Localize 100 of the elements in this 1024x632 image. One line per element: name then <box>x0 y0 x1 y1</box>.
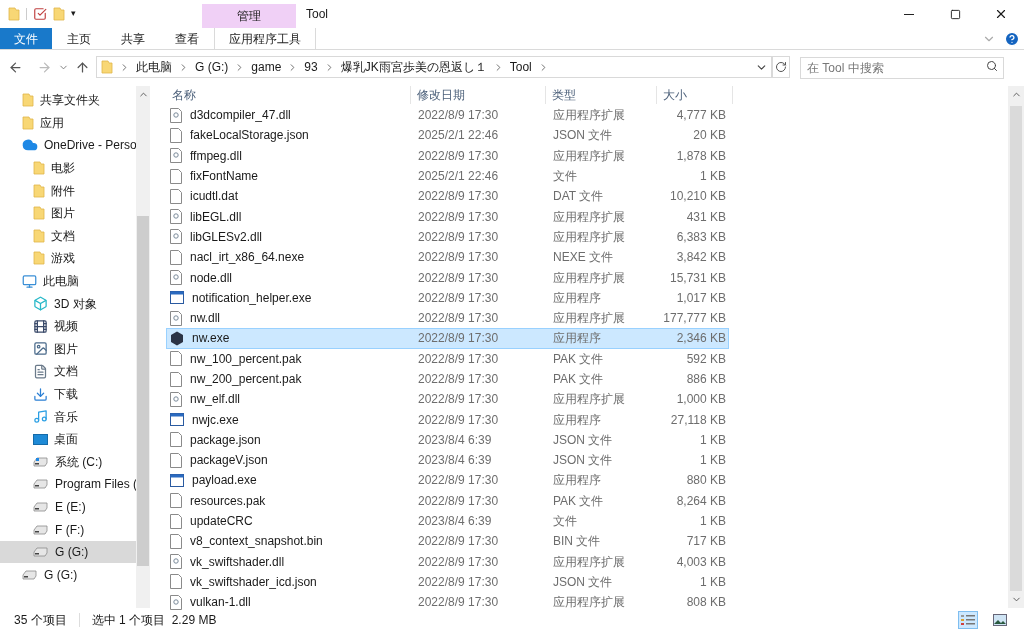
sidebar-item[interactable]: 下载 <box>0 382 136 406</box>
refresh-button[interactable] <box>772 56 790 78</box>
file-row[interactable]: package.json 2023/8/4 6:39 JSON 文件 1 KB <box>166 429 729 451</box>
desktop-icon <box>33 433 48 445</box>
film-icon <box>33 318 48 334</box>
file-row[interactable]: payload.exe 2022/8/9 17:30 应用程序 880 KB <box>166 470 729 491</box>
drive-icon <box>33 456 49 467</box>
sidebar-item[interactable]: E (E:) <box>0 495 136 519</box>
sidebar-item[interactable]: 3D 对象 <box>0 292 136 315</box>
folder-icon <box>33 183 45 198</box>
file-row[interactable]: nw_200_percent.pak 2022/8/9 17:30 PAK 文件 886 KB <box>166 368 729 390</box>
file-row[interactable]: v8_context_snapshot.bin 2022/8/9 17:30 BIN 文件 717 KB <box>166 531 729 552</box>
breadcrumb-item[interactable]: 93 <box>304 58 318 76</box>
sidebar-item[interactable]: G (G:) <box>0 540 136 564</box>
sidebar-item[interactable]: 文档 <box>0 360 136 383</box>
file-icon <box>170 127 182 143</box>
sidebar-item[interactable]: 电影 <box>0 156 136 180</box>
type-cell-text: 应用程序扩展 <box>552 391 626 409</box>
ribbon-tab[interactable]: 主页 <box>52 28 106 49</box>
sidebar-item[interactable]: G (G:) <box>0 563 136 587</box>
tiles-view-button[interactable] <box>990 611 1010 629</box>
date-cell-text: 2022/8/9 17:30 <box>417 472 500 490</box>
file-row[interactable]: nw.dll 2022/8/9 17:30 应用程序扩展 177,777 KB <box>166 307 729 329</box>
file-row[interactable]: vulkan-1.dll 2022/8/9 17:30 应用程序扩展 808 KB <box>166 592 729 613</box>
file-icon <box>170 249 182 265</box>
sidebar-item[interactable]: F (F:) <box>0 518 136 541</box>
type-cell-text: 应用程序扩展 <box>552 147 626 165</box>
type-cell-text: JSON 文件 <box>552 431 614 449</box>
date-cell-text: 2022/8/9 17:30 <box>417 371 500 388</box>
file-row[interactable]: ffmpeg.dll 2022/8/9 17:30 应用程序扩展 1,878 KB <box>166 145 729 166</box>
file-name: vk_swiftshader.dll <box>190 553 285 571</box>
date-cell-text: 2022/8/9 17:30 <box>417 391 500 409</box>
type-cell-text: DAT 文件 <box>552 188 605 206</box>
file-row[interactable]: nw_elf.dll 2022/8/9 17:30 应用程序扩展 1,000 KB <box>166 389 729 410</box>
forward-icon[interactable] <box>37 59 52 75</box>
file-row[interactable]: packageV.json 2023/8/4 6:39 JSON 文件 1 KB <box>166 450 729 471</box>
file-row[interactable]: nw.exe 2022/8/9 17:30 应用程序 2,346 KB <box>166 328 729 349</box>
sidebar-item[interactable]: 此电脑 <box>0 269 136 293</box>
size-cell-text: 177,777 KB <box>662 310 726 328</box>
file-row[interactable]: nacl_irt_x86_64.nexe 2022/8/9 17:30 NEXE 文件 3,842 KB <box>166 247 729 268</box>
breadcrumb-item[interactable]: 此电脑 <box>136 58 172 76</box>
breadcrumb-item[interactable]: game <box>251 58 282 76</box>
file-row[interactable]: nwjc.exe 2022/8/9 17:30 应用程序 27,118 KB <box>166 409 729 430</box>
sidebar-item[interactable]: 文档 <box>0 224 136 248</box>
search-field[interactable]: 在 Tool 中搜索 <box>800 57 1004 79</box>
file-row[interactable]: resources.pak 2022/8/9 17:30 PAK 文件 8,264 KB <box>166 490 729 511</box>
file-row[interactable]: d3dcompiler_47.dll 2022/8/9 17:30 应用程序扩展 4,777 KB <box>166 105 729 126</box>
sidebar-item[interactable]: 应用 <box>0 111 136 135</box>
file-row[interactable]: libEGL.dll 2022/8/9 17:30 应用程序扩展 431 KB <box>166 206 729 227</box>
details-view-button[interactable] <box>958 611 978 629</box>
drive-icon <box>22 569 38 580</box>
breadcrumb-item[interactable]: 爆乳JK雨宮歩美の恩返し１ <box>340 58 487 76</box>
sidebar-item[interactable]: 桌面 <box>0 427 136 451</box>
selection-info: 选中 1 个项目 2.29 MB <box>91 612 217 629</box>
sidebar-item[interactable]: 附件 <box>0 179 136 202</box>
sidebar-item[interactable]: OneDrive - Perso <box>0 134 136 157</box>
breadcrumb-item[interactable]: Tool <box>509 58 532 76</box>
breadcrumb-item[interactable]: G (G:) <box>195 58 229 76</box>
help-icon[interactable] <box>1004 30 1020 47</box>
sidebar-item[interactable]: 图片 <box>0 337 136 361</box>
document-icon <box>33 363 48 379</box>
date-cell-text: 2022/8/9 17:30 <box>417 411 500 429</box>
sidebar-item[interactable]: 系统 (C:) <box>0 450 136 474</box>
size-cell-text: 1 KB <box>699 513 726 531</box>
scrollbar[interactable] <box>136 86 150 608</box>
file-row[interactable]: libGLESv2.dll 2022/8/9 17:30 应用程序扩展 6,383 KB <box>166 226 729 248</box>
scrollbar[interactable] <box>1008 86 1024 608</box>
file-row[interactable]: fixFontName 2025/2/1 22:46 文件 1 KB <box>166 165 729 187</box>
sidebar-item[interactable]: 共享文件夹 <box>0 89 136 112</box>
file-name: nwjc.exe <box>192 411 239 429</box>
column-header[interactable]: 修改日期 <box>411 86 546 104</box>
sidebar-item[interactable]: 游戏 <box>0 247 136 270</box>
file-name: nacl_irt_x86_64.nexe <box>190 249 305 267</box>
ribbon-tab[interactable]: 应用程序工具 <box>214 28 316 49</box>
file-row[interactable]: notification_helper.exe 2022/8/9 17:30 应用程序 1,017 KB <box>166 287 729 308</box>
up-icon[interactable] <box>75 59 90 75</box>
file-row[interactable]: vk_swiftshader.dll 2022/8/9 17:30 应用程序扩展 4,003 KB <box>166 551 729 572</box>
ribbon-tab[interactable]: 文件 <box>0 28 52 49</box>
file-row[interactable]: fakeLocalStorage.json 2025/2/1 22:46 JSON 文件 20 KB <box>166 125 729 146</box>
size-cell-text: 4,003 KB <box>675 553 726 571</box>
download-icon <box>33 386 48 402</box>
properties-icon[interactable] <box>33 7 47 21</box>
file-row[interactable]: updateCRC 2023/8/4 6:39 文件 1 KB <box>166 510 729 532</box>
ribbon-tab[interactable]: 共享 <box>106 28 160 49</box>
file-row[interactable]: node.dll 2022/8/9 17:30 应用程序扩展 15,731 KB <box>166 267 729 288</box>
address-bar[interactable]: 此电脑 G (G:) game 93 爆乳JK雨宮歩美の恩返し１ Tool <box>96 56 772 78</box>
quick-access-dropdown[interactable]: ▾ <box>71 7 76 21</box>
file-row[interactable]: nw_100_percent.pak 2022/8/9 17:30 PAK 文件 592 KB <box>166 348 729 369</box>
sidebar-item[interactable]: 图片 <box>0 201 136 225</box>
column-header[interactable]: 名称 <box>166 86 411 104</box>
column-header[interactable]: 大小 <box>657 86 733 104</box>
size-cell-text: 1,000 KB <box>675 391 726 409</box>
column-header[interactable]: 类型 <box>546 86 657 104</box>
sidebar-item[interactable]: 视频 <box>0 314 136 338</box>
back-icon[interactable] <box>8 59 23 75</box>
gear-file-icon <box>170 310 182 326</box>
file-row[interactable]: icudtl.dat 2022/8/9 17:30 DAT 文件 10,210 KB <box>166 186 729 207</box>
ribbon-tab[interactable]: 查看 <box>160 28 214 49</box>
sidebar-item[interactable]: 音乐 <box>0 405 136 428</box>
file-row[interactable]: vk_swiftshader_icd.json 2022/8/9 17:30 JSON 文件 1 KB <box>166 571 729 593</box>
